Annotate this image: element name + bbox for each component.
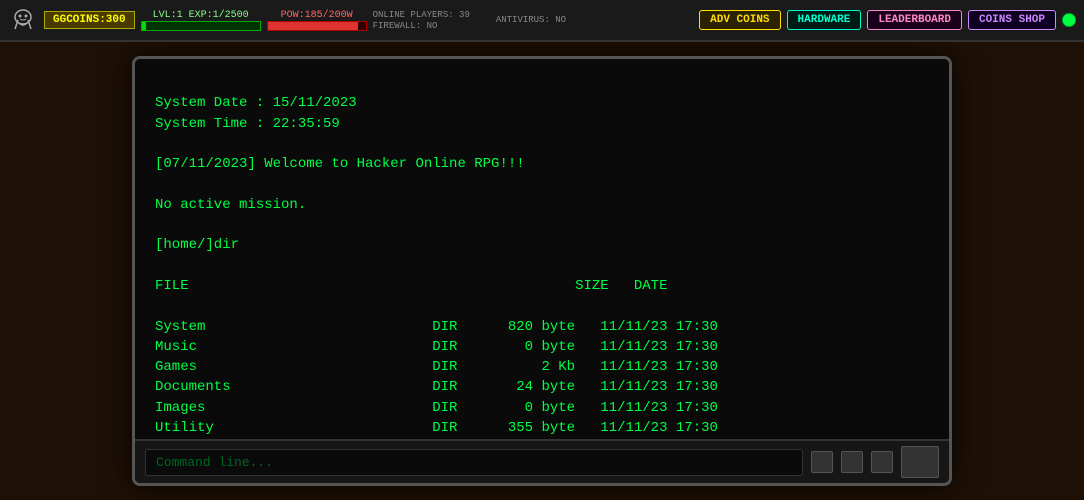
terminal-bottom-bar bbox=[135, 439, 949, 483]
level-text: LVL:1 EXP:1/2500 bbox=[141, 10, 261, 21]
logo bbox=[8, 5, 38, 35]
coins-shop-button[interactable]: COINS SHOP bbox=[968, 10, 1056, 30]
hud-right-buttons: ADV COINS HARDWARE LEADERBOARD COINS SHO… bbox=[699, 10, 1076, 30]
terminal-screen: System Date : 15/11/2023 System Time : 2… bbox=[135, 59, 949, 439]
main-area: System Date : 15/11/2023 System Time : 2… bbox=[0, 42, 1084, 500]
online-players-text: ONLINE PLAYERS: 39 bbox=[373, 10, 470, 20]
xp-bar-wrap: LVL:1 EXP:1/2500 bbox=[141, 10, 261, 31]
ctrl-btn-1[interactable] bbox=[811, 451, 833, 473]
firewall-text: FIREWALL: NO bbox=[373, 21, 470, 31]
command-input[interactable] bbox=[145, 449, 803, 476]
antivirus-text: ANTIVIRUS: NO bbox=[496, 15, 566, 25]
adv-coins-button[interactable]: ADV COINS bbox=[699, 10, 780, 30]
terminal-output: System Date : 15/11/2023 System Time : 2… bbox=[155, 73, 929, 439]
no-mission-line: No active mission. bbox=[155, 197, 306, 213]
ctrl-btn-3[interactable] bbox=[871, 451, 893, 473]
hud-bar: GGCOINS:300 LVL:1 EXP:1/2500 POW:185/200… bbox=[0, 0, 1084, 42]
online-indicator bbox=[1062, 13, 1076, 27]
pow-bar-wrap: POW:185/200W bbox=[267, 10, 367, 31]
coins-display: GGCOINS:300 bbox=[44, 11, 135, 29]
ctrl-btn-large[interactable] bbox=[901, 446, 939, 478]
xp-bar bbox=[141, 21, 261, 31]
terminal-monitor: System Date : 15/11/2023 System Time : 2… bbox=[132, 56, 952, 486]
dir-command-line: [home/]dir bbox=[155, 237, 239, 253]
app-wrapper: GGCOINS:300 LVL:1 EXP:1/2500 POW:185/200… bbox=[0, 0, 1084, 500]
sys-time-line: System Time : 22:35:59 bbox=[155, 116, 340, 132]
leaderboard-button[interactable]: LEADERBOARD bbox=[867, 10, 962, 30]
pow-text: POW:185/200W bbox=[267, 10, 367, 21]
pow-bar bbox=[267, 21, 367, 31]
xp-fill bbox=[142, 22, 147, 30]
file-listing: FILE SIZE DATE System DIR 820 byte 11/11… bbox=[155, 278, 718, 439]
ctrl-btn-2[interactable] bbox=[841, 451, 863, 473]
sys-date-line: System Date : 15/11/2023 bbox=[155, 95, 357, 111]
pow-fill bbox=[268, 22, 359, 30]
hud-status-texts: ONLINE PLAYERS: 39 FIREWALL: NO bbox=[373, 10, 470, 31]
welcome-line: [07/11/2023] Welcome to Hacker Online RP… bbox=[155, 156, 525, 172]
hardware-button[interactable]: HARDWARE bbox=[787, 10, 862, 30]
